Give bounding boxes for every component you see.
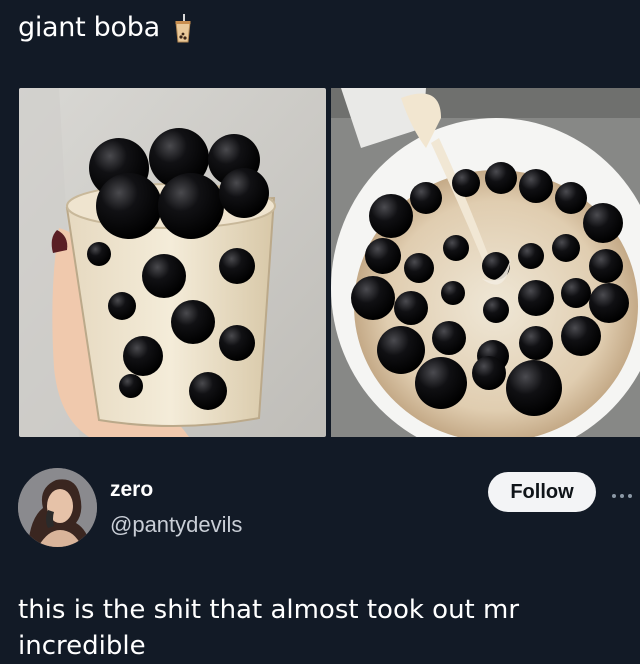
follow-button[interactable]: Follow xyxy=(488,472,596,512)
user-handle[interactable]: @pantydevils xyxy=(110,512,242,538)
post-caption: giant boba xyxy=(18,12,192,44)
media-grid[interactable] xyxy=(19,88,640,438)
boba-cup-photo[interactable] xyxy=(19,88,326,437)
more-options-icon[interactable] xyxy=(610,486,634,498)
tweet-text: this is the shit that almost took out mr… xyxy=(18,595,520,661)
bubble-tea-icon xyxy=(174,13,192,44)
boba-bowl-milk-photo[interactable] xyxy=(331,88,640,437)
author-row: zero @pantydevils Follow xyxy=(18,468,632,548)
caption-text: giant boba xyxy=(18,12,160,43)
display-name[interactable]: zero xyxy=(110,478,153,502)
avatar[interactable] xyxy=(18,468,97,547)
